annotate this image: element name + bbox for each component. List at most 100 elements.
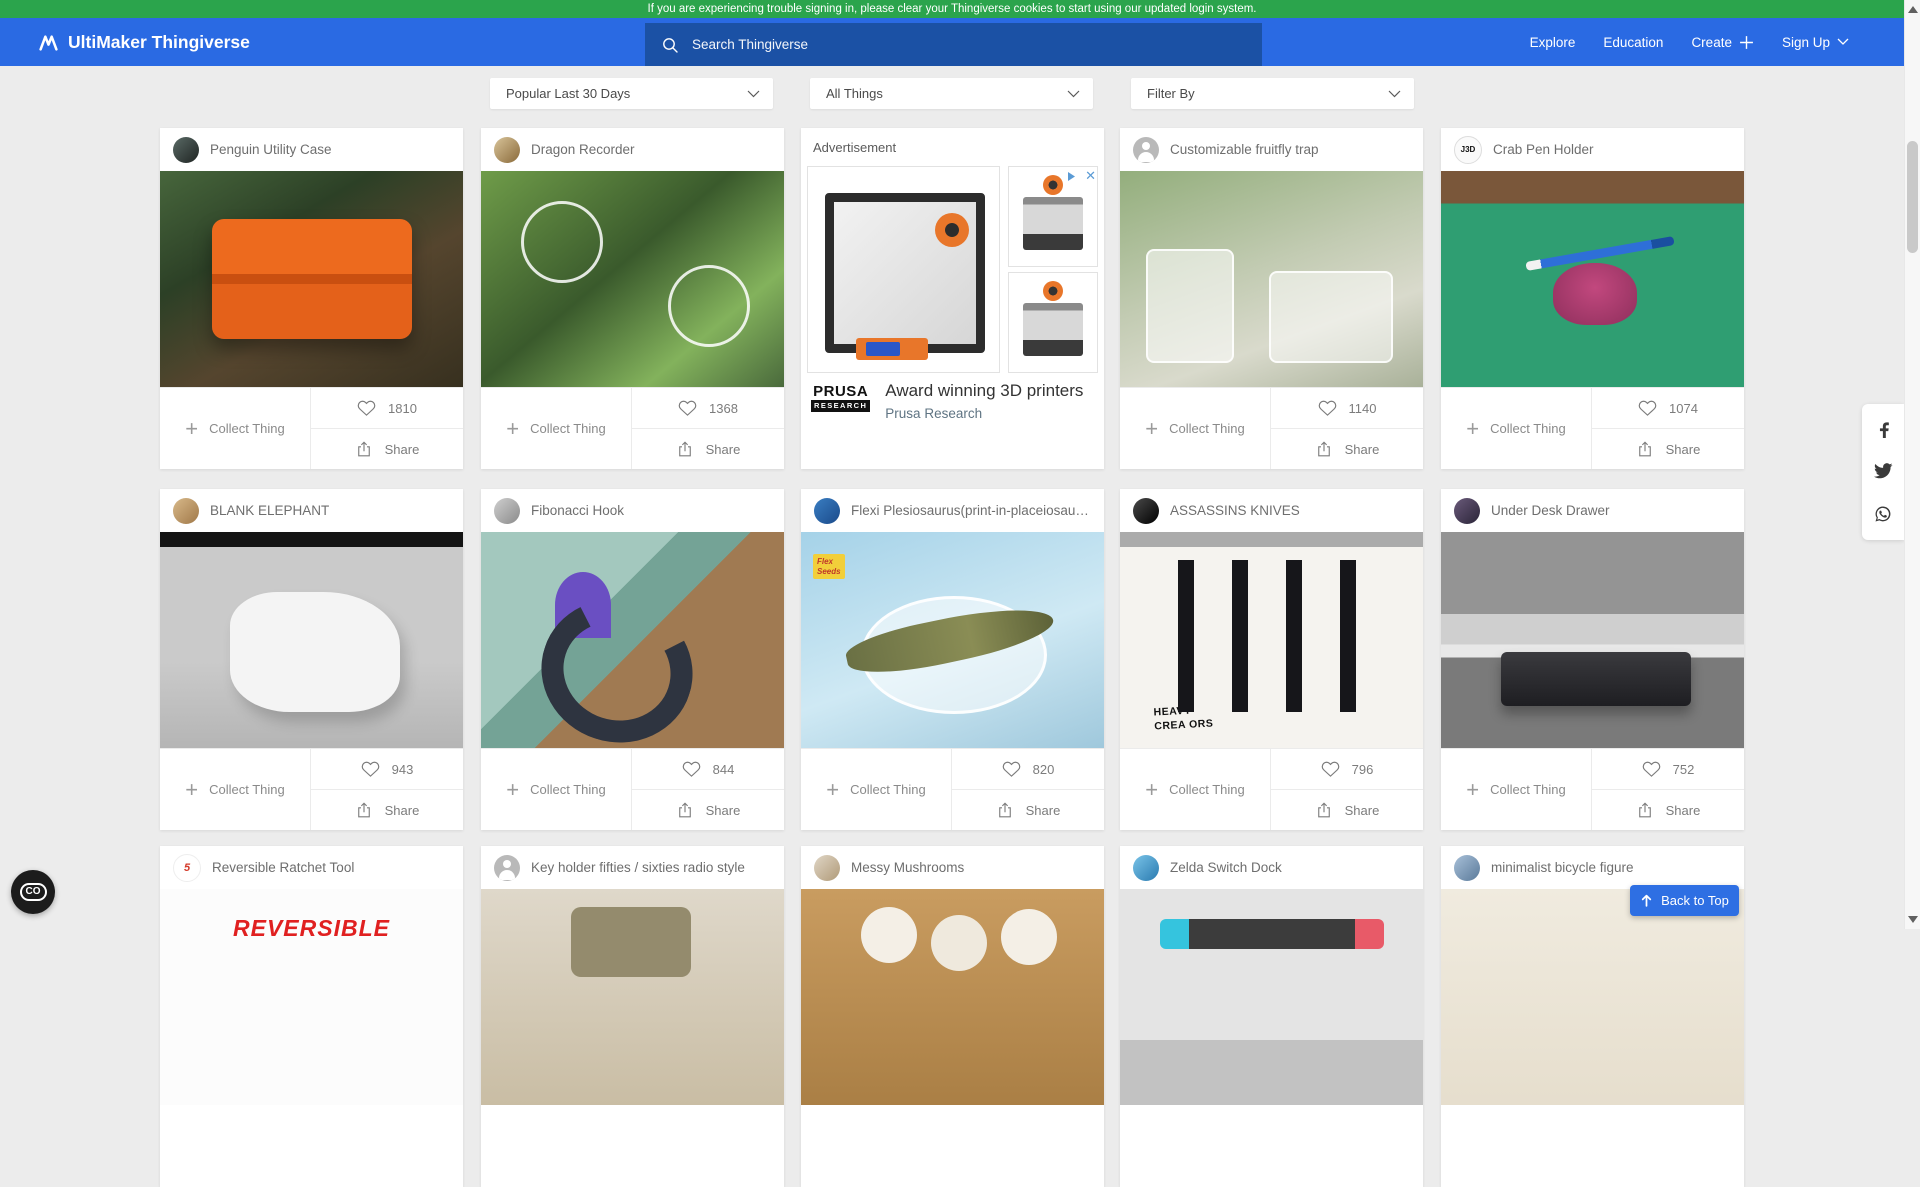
- like-button[interactable]: 943: [311, 749, 463, 790]
- thing-title[interactable]: ASSASSINS KNIVES: [1170, 503, 1300, 518]
- nav-education[interactable]: Education: [1603, 35, 1663, 50]
- collect-thing-button[interactable]: + Collect Thing: [1441, 749, 1592, 830]
- ad-info[interactable]: PRUSA RESEARCH Award winning 3D printers…: [811, 381, 1096, 421]
- like-button[interactable]: 1368: [632, 388, 784, 429]
- creator-avatar[interactable]: [1454, 498, 1480, 524]
- thing-image[interactable]: [481, 171, 784, 387]
- scrollbar-down-arrow[interactable]: [1908, 916, 1918, 923]
- scrollbar-up-arrow[interactable]: [1908, 6, 1918, 13]
- share-label: Share: [706, 803, 741, 818]
- cookie-preferences-button[interactable]: CO: [11, 870, 55, 914]
- creator-avatar[interactable]: [1133, 855, 1159, 881]
- collect-thing-button[interactable]: + Collect Thing: [481, 388, 632, 469]
- share-button[interactable]: Share: [1592, 429, 1744, 469]
- thing-title[interactable]: Reversible Ratchet Tool: [212, 860, 354, 875]
- creator-avatar[interactable]: [494, 137, 520, 163]
- thing-card-header: 5 Reversible Ratchet Tool: [160, 846, 463, 889]
- thing-title[interactable]: Under Desk Drawer: [1491, 503, 1610, 518]
- share-button[interactable]: Share: [311, 429, 463, 469]
- plus-icon: +: [1466, 418, 1479, 440]
- thing-image[interactable]: REVERSIBLE: [160, 889, 463, 1105]
- sort-dropdown[interactable]: Popular Last 30 Days: [490, 78, 773, 109]
- whatsapp-share-button[interactable]: [1872, 503, 1894, 525]
- adchoices-icon[interactable]: [1065, 170, 1078, 183]
- nav-explore[interactable]: Explore: [1530, 35, 1576, 50]
- search-bar[interactable]: [645, 23, 1262, 66]
- creator-avatar[interactable]: [814, 498, 840, 524]
- advertisement-creative[interactable]: ✕: [807, 166, 1098, 373]
- share-button[interactable]: Share: [632, 790, 784, 830]
- share-button[interactable]: Share: [1271, 790, 1423, 830]
- thing-image[interactable]: [481, 889, 784, 1105]
- thing-type-dropdown[interactable]: All Things: [810, 78, 1093, 109]
- collect-thing-button[interactable]: + Collect Thing: [160, 388, 311, 469]
- thing-image[interactable]: [801, 889, 1104, 1105]
- facebook-share-button[interactable]: [1873, 419, 1894, 440]
- nav-create[interactable]: Create: [1691, 35, 1754, 50]
- thing-image[interactable]: [1120, 889, 1423, 1105]
- share-button[interactable]: Share: [1592, 790, 1744, 830]
- ad-close-icon[interactable]: ✕: [1085, 168, 1096, 184]
- nav-create-label: Create: [1691, 35, 1732, 50]
- creator-avatar[interactable]: [814, 855, 840, 881]
- collect-thing-button[interactable]: + Collect Thing: [481, 749, 632, 830]
- thing-title[interactable]: Flexi Plesiosaurus(print-in-placeiosauru…: [851, 503, 1091, 518]
- creator-avatar[interactable]: [494, 855, 520, 881]
- thing-image[interactable]: Flex Seeds: [801, 532, 1104, 748]
- thing-title[interactable]: minimalist bicycle figure: [1491, 860, 1634, 875]
- thing-image[interactable]: [1441, 532, 1744, 748]
- thing-title[interactable]: Dragon Recorder: [531, 142, 635, 157]
- thing-title[interactable]: Key holder fifties / sixties radio style: [531, 860, 745, 875]
- thing-title[interactable]: Customizable fruitfly trap: [1170, 142, 1319, 157]
- share-button[interactable]: Share: [311, 790, 463, 830]
- thing-title[interactable]: Messy Mushrooms: [851, 860, 964, 875]
- share-button[interactable]: Share: [632, 429, 784, 469]
- creator-avatar[interactable]: [173, 137, 199, 163]
- scrollbar-thumb[interactable]: [1907, 141, 1918, 253]
- creator-avatar[interactable]: [1133, 498, 1159, 524]
- collect-thing-button[interactable]: + Collect Thing: [1120, 388, 1271, 469]
- filter-by-dropdown[interactable]: Filter By: [1131, 78, 1414, 109]
- ultimaker-thingiverse-logo[interactable]: UltiMaker Thingiverse: [38, 18, 250, 66]
- like-button[interactable]: 844: [632, 749, 784, 790]
- like-button[interactable]: 1140: [1271, 388, 1423, 429]
- creator-avatar[interactable]: [494, 498, 520, 524]
- twitter-share-button[interactable]: [1872, 461, 1895, 481]
- share-button[interactable]: Share: [952, 790, 1104, 830]
- collect-thing-button[interactable]: + Collect Thing: [1120, 749, 1271, 830]
- creator-avatar[interactable]: J3D: [1454, 136, 1482, 164]
- thing-title[interactable]: Fibonacci Hook: [531, 503, 624, 518]
- thing-title[interactable]: BLANK ELEPHANT: [210, 503, 329, 518]
- thing-image[interactable]: [1441, 171, 1744, 387]
- nav-signup[interactable]: Sign Up: [1782, 35, 1849, 50]
- like-button[interactable]: 1810: [311, 388, 463, 429]
- creator-avatar[interactable]: 5: [173, 854, 201, 882]
- ad-advertiser[interactable]: Prusa Research: [885, 406, 1083, 421]
- thing-image[interactable]: [1120, 171, 1423, 387]
- ad-headline[interactable]: Award winning 3D printers: [885, 381, 1083, 401]
- thing-image[interactable]: HEAVY CREA ORS: [1120, 532, 1423, 748]
- thing-title[interactable]: Penguin Utility Case: [210, 142, 332, 157]
- search-input[interactable]: [690, 36, 1214, 53]
- creator-avatar[interactable]: [1133, 137, 1159, 163]
- thing-image[interactable]: [160, 532, 463, 748]
- collect-thing-label: Collect Thing: [850, 782, 926, 797]
- creator-avatar[interactable]: [173, 498, 199, 524]
- creator-avatar[interactable]: [1454, 855, 1480, 881]
- scrollbar[interactable]: [1904, 0, 1920, 929]
- back-to-top-button[interactable]: Back to Top: [1630, 885, 1739, 916]
- like-button[interactable]: 820: [952, 749, 1104, 790]
- share-button[interactable]: Share: [1271, 429, 1423, 469]
- thing-image[interactable]: [160, 171, 463, 387]
- thing-title[interactable]: Zelda Switch Dock: [1170, 860, 1282, 875]
- collect-thing-button[interactable]: + Collect Thing: [1441, 388, 1592, 469]
- chevron-down-icon: [1388, 90, 1401, 98]
- like-button[interactable]: 752: [1592, 749, 1744, 790]
- collect-thing-button[interactable]: + Collect Thing: [801, 749, 952, 830]
- like-button[interactable]: 796: [1271, 749, 1423, 790]
- thing-image[interactable]: [481, 532, 784, 748]
- collect-thing-button[interactable]: + Collect Thing: [160, 749, 311, 830]
- thing-image[interactable]: [1441, 889, 1744, 1105]
- thing-title[interactable]: Crab Pen Holder: [1493, 142, 1594, 157]
- like-button[interactable]: 1074: [1592, 388, 1744, 429]
